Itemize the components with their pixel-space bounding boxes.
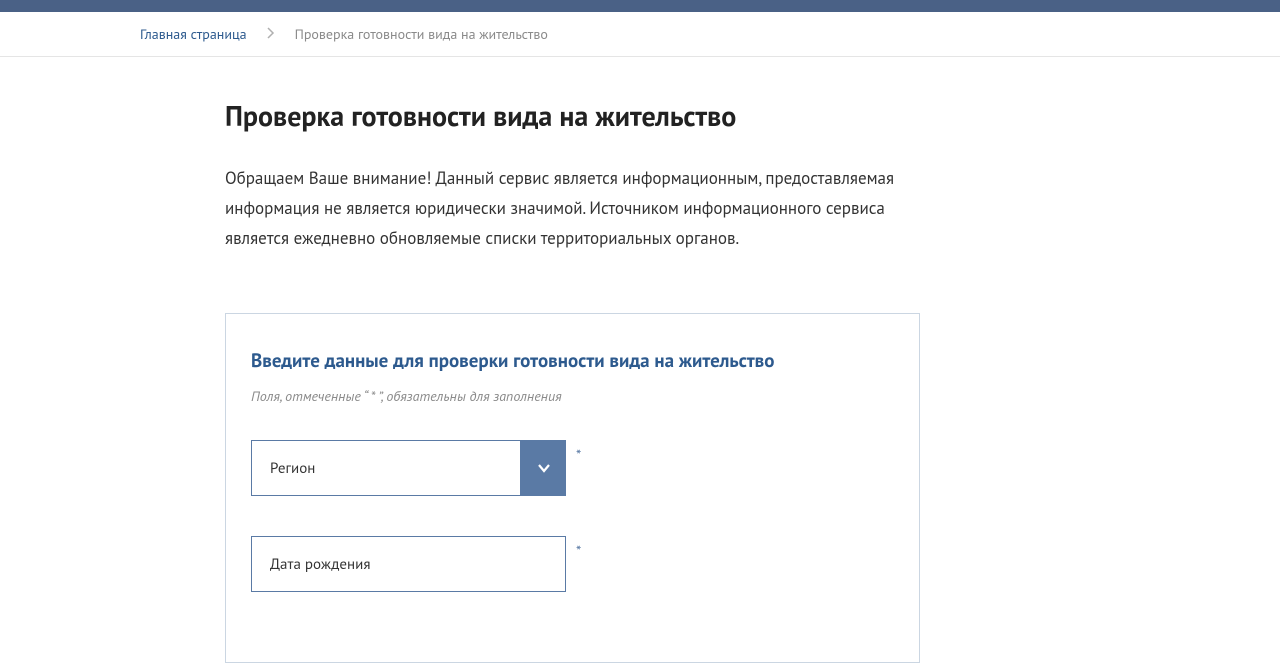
chevron-right-icon [267, 25, 275, 43]
breadcrumb: Главная страница Проверка готовности вид… [0, 12, 1280, 57]
region-select-toggle[interactable] [521, 440, 566, 496]
dob-field-row: * [251, 536, 894, 592]
region-field-row: Регион * [251, 440, 894, 496]
region-select-label[interactable]: Регион [251, 440, 521, 496]
main-content: Проверка готовности вида на жительство О… [0, 57, 1060, 663]
chevron-down-icon [537, 461, 551, 475]
required-mark: * [576, 542, 581, 561]
required-mark: * [576, 446, 581, 465]
breadcrumb-home-link[interactable]: Главная страница [140, 25, 247, 43]
intro-text: Обращаем Ваше внимание! Данный сервис яв… [225, 164, 920, 253]
form-title: Введите данные для проверки готовности в… [251, 349, 894, 373]
page-title: Проверка готовности вида на жительство [225, 97, 920, 134]
breadcrumb-current: Проверка готовности вида на жительство [295, 25, 548, 43]
dob-input[interactable] [251, 536, 566, 592]
form-box: Введите данные для проверки готовности в… [225, 313, 920, 663]
region-select[interactable]: Регион [251, 440, 566, 496]
form-hint: Поля, отмеченные “ * ”, обязательны для … [251, 387, 894, 405]
top-bar [0, 0, 1280, 12]
